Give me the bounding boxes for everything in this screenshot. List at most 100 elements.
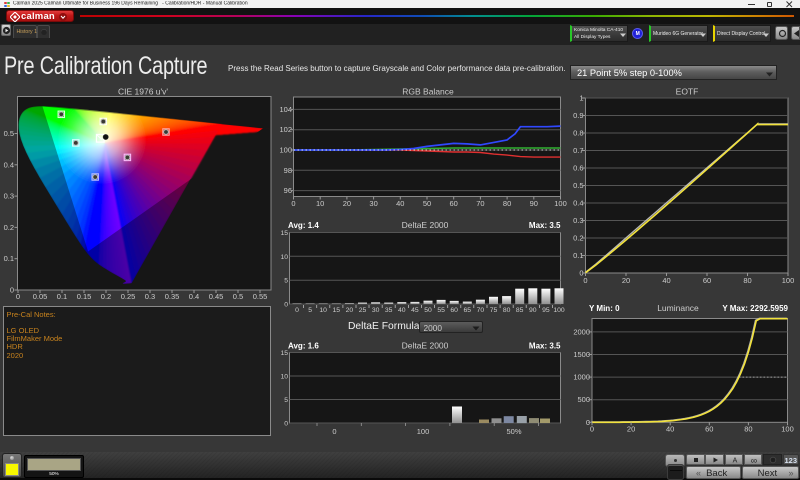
svg-text:55: 55 [437, 307, 445, 314]
svg-text:35: 35 [385, 307, 393, 314]
svg-text:100: 100 [280, 146, 292, 155]
svg-text:0: 0 [332, 427, 336, 436]
svg-text:100: 100 [781, 425, 794, 434]
svg-text:Avg: 1.4: Avg: 1.4 [288, 221, 319, 230]
svg-text:0.3: 0.3 [573, 216, 583, 225]
svg-text:65: 65 [464, 307, 472, 314]
svg-text:100: 100 [782, 276, 795, 285]
svg-text:80: 80 [744, 425, 752, 434]
svg-text:15: 15 [280, 230, 288, 237]
svg-text:Max: 3.5: Max: 3.5 [529, 342, 561, 351]
svg-text:0.2: 0.2 [573, 234, 583, 243]
svg-text:0.25: 0.25 [121, 292, 136, 301]
svg-text:0: 0 [10, 286, 14, 295]
svg-text:100: 100 [553, 307, 565, 314]
svg-text:60: 60 [450, 199, 458, 208]
svg-text:102: 102 [280, 125, 292, 134]
svg-text:90: 90 [529, 307, 537, 314]
svg-text:0.4: 0.4 [4, 160, 14, 169]
svg-text:CIE 1976 u'v': CIE 1976 u'v' [118, 87, 168, 97]
svg-text:DeltaE 2000: DeltaE 2000 [402, 220, 449, 230]
svg-text:20: 20 [627, 425, 635, 434]
svg-text:Avg: 1.6: Avg: 1.6 [288, 342, 319, 351]
svg-text:10: 10 [280, 374, 288, 381]
svg-text:5: 5 [308, 307, 312, 314]
svg-text:40: 40 [666, 425, 674, 434]
svg-text:50: 50 [423, 199, 431, 208]
svg-text:40: 40 [398, 307, 406, 314]
svg-text:104: 104 [280, 105, 292, 114]
svg-text:0.1: 0.1 [573, 251, 583, 260]
svg-text:60: 60 [450, 307, 458, 314]
svg-text:75: 75 [490, 307, 498, 314]
svg-text:95: 95 [542, 307, 550, 314]
svg-text:RGB Balance: RGB Balance [402, 87, 454, 97]
svg-text:90: 90 [530, 199, 538, 208]
svg-text:EOTF: EOTF [676, 87, 699, 97]
svg-text:0: 0 [284, 421, 288, 428]
svg-text:50%: 50% [506, 427, 521, 436]
svg-text:100: 100 [417, 427, 430, 436]
svg-text:0: 0 [583, 276, 587, 285]
svg-text:Y Max: 2292.5959: Y Max: 2292.5959 [722, 304, 788, 313]
svg-text:0.6: 0.6 [573, 164, 583, 173]
svg-text:20: 20 [343, 199, 351, 208]
svg-text:Luminance: Luminance [657, 303, 699, 313]
svg-text:10: 10 [319, 307, 327, 314]
svg-text:15: 15 [280, 350, 288, 357]
svg-text:0: 0 [284, 302, 288, 309]
svg-text:0.55: 0.55 [253, 292, 268, 301]
svg-text:0: 0 [291, 199, 295, 208]
svg-text:0.5: 0.5 [4, 129, 14, 138]
svg-text:10: 10 [280, 254, 288, 261]
svg-text:30: 30 [372, 307, 380, 314]
svg-text:0.3: 0.3 [4, 192, 14, 201]
svg-text:DeltaE 2000: DeltaE 2000 [402, 341, 449, 351]
svg-text:2000: 2000 [573, 327, 590, 336]
svg-text:0.15: 0.15 [77, 292, 92, 301]
svg-text:0.7: 0.7 [573, 146, 583, 155]
svg-text:5: 5 [284, 278, 288, 285]
svg-text:A: A [732, 458, 737, 465]
svg-text:0.5: 0.5 [573, 181, 583, 190]
svg-text:40: 40 [396, 199, 404, 208]
svg-text:0.35: 0.35 [165, 292, 180, 301]
svg-text:0.8: 0.8 [573, 129, 583, 138]
svg-text:1000: 1000 [573, 373, 590, 382]
svg-text:60: 60 [703, 276, 711, 285]
svg-text:Y Min: 0: Y Min: 0 [589, 304, 620, 313]
svg-text:20: 20 [346, 307, 354, 314]
svg-text:0.2: 0.2 [4, 223, 14, 232]
svg-text:0.05: 0.05 [33, 292, 48, 301]
svg-text:0.2: 0.2 [101, 292, 111, 301]
svg-text:10: 10 [316, 199, 324, 208]
svg-text:∞: ∞ [751, 456, 757, 466]
svg-text:0.1: 0.1 [4, 254, 14, 263]
svg-text:1500: 1500 [573, 350, 590, 359]
svg-text:0.4: 0.4 [573, 199, 583, 208]
svg-text:50: 50 [424, 307, 432, 314]
svg-text:0: 0 [16, 292, 20, 301]
svg-text:0: 0 [590, 425, 594, 434]
svg-text:0.3: 0.3 [145, 292, 155, 301]
svg-text:70: 70 [476, 199, 484, 208]
svg-text:25: 25 [359, 307, 367, 314]
svg-text:85: 85 [516, 307, 524, 314]
svg-text:80: 80 [503, 307, 511, 314]
svg-text:Max: 3.5: Max: 3.5 [529, 221, 561, 230]
svg-text:0.9: 0.9 [573, 111, 583, 120]
svg-text:15: 15 [333, 307, 341, 314]
svg-text:45: 45 [411, 307, 419, 314]
svg-text:30: 30 [369, 199, 377, 208]
svg-text:0.45: 0.45 [209, 292, 224, 301]
svg-text:40: 40 [662, 276, 670, 285]
svg-text:80: 80 [503, 199, 511, 208]
svg-text:0: 0 [295, 307, 299, 314]
svg-text:20: 20 [622, 276, 630, 285]
svg-text:0.1: 0.1 [57, 292, 67, 301]
svg-text:0.5: 0.5 [233, 292, 243, 301]
svg-text:0.4: 0.4 [189, 292, 199, 301]
svg-text:60: 60 [705, 425, 713, 434]
svg-text:5: 5 [284, 397, 288, 404]
svg-text:80: 80 [743, 276, 751, 285]
